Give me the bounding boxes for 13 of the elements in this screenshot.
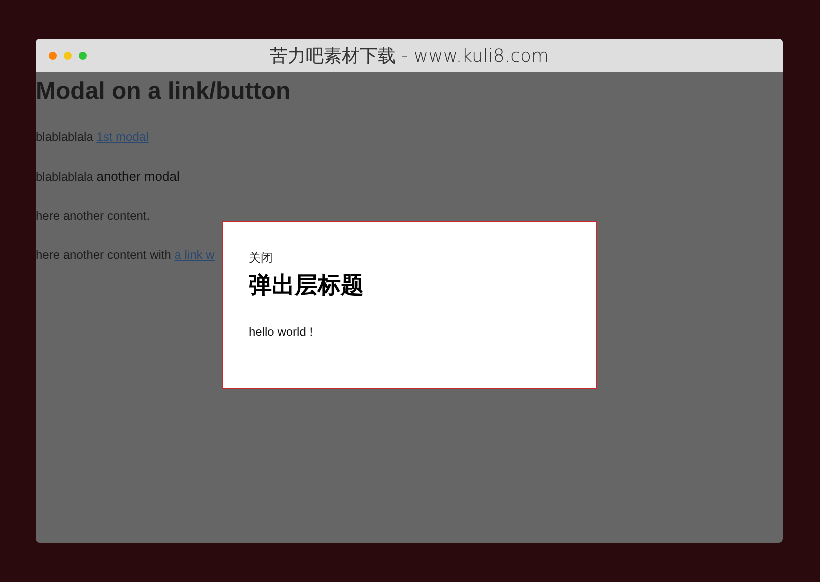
modal-trigger[interactable]: another modal	[96, 169, 180, 184]
window-title: 苦力吧素材下载 - www.kuli8.com	[270, 44, 550, 68]
paragraph-text: blablablala	[36, 130, 94, 144]
window-control-dot[interactable]	[49, 52, 57, 60]
paragraph-text: here another content.	[36, 209, 150, 223]
modal-body-text: hello world !	[249, 325, 314, 339]
window-control-dot[interactable]	[79, 52, 87, 60]
paragraph-text: blablablala	[36, 170, 94, 184]
page-heading: Modal on a link/button	[36, 78, 292, 106]
paragraph-text: here another content with	[36, 248, 172, 262]
window-control-dot[interactable]	[64, 52, 72, 60]
modal-title: 弹出层标题	[249, 272, 365, 301]
close-link[interactable]: 关闭	[249, 250, 273, 267]
